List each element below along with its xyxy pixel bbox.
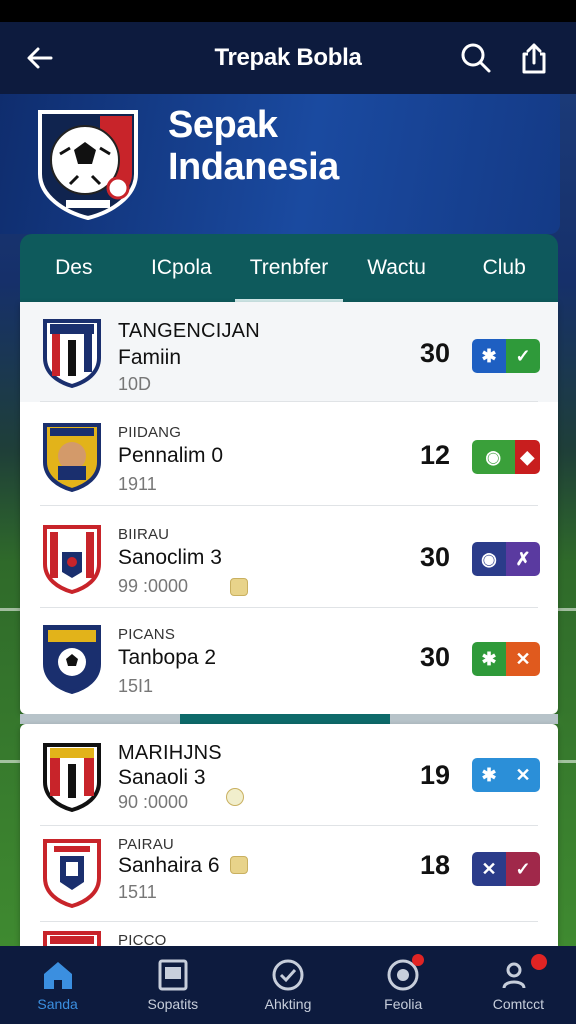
club-name-line-2: Indanesia <box>168 146 339 188</box>
nav-label: Comtcct <box>492 996 545 1012</box>
trophy-icon <box>226 788 244 806</box>
nav-item-comtcct[interactable]: Comtcct <box>461 946 576 1024</box>
badge-right-icon: ✓ <box>506 852 540 886</box>
list-item[interactable]: PIIDANG Pennalim 0 1911 12 ◉ ◆ <box>20 406 558 506</box>
club-logo <box>30 104 146 221</box>
row-label: PIIDANG <box>118 424 182 441</box>
row-meta: 99 :0000 <box>118 576 189 596</box>
list-item[interactable]: MARIHJNS Sanaoli 3 90 :0000 19 ✱ ✕ <box>20 726 558 826</box>
club-crest-icon <box>42 422 102 493</box>
row-meta: 1911 <box>118 474 157 494</box>
row-divider <box>40 505 538 506</box>
tab-club[interactable]: Club <box>450 234 558 302</box>
list-item[interactable]: PICANS Tanbopa 2 15I1 30 ✱ ✕ <box>20 608 558 708</box>
trophy-icon <box>230 578 248 596</box>
row-meta: 90 :0000 <box>118 792 189 812</box>
row-badge[interactable]: ◉ ◆ <box>472 440 540 474</box>
club-crest-icon <box>42 318 102 389</box>
row-label: PICCO <box>118 932 167 946</box>
standings-card-secondary: MARIHJNS Sanaoli 3 90 :0000 19 ✱ ✕ PAIRA… <box>20 724 558 946</box>
list-item[interactable]: BIIRAU Sanoclim 3 99 :0000 30 ◉ ✗ <box>20 508 558 608</box>
row-score: 30 <box>419 542 451 572</box>
nav-item-ahkting[interactable]: Ahkting <box>230 946 345 1024</box>
club-hero-banner: Sepak Indanesia <box>0 94 560 234</box>
home-icon <box>41 958 75 992</box>
badge-left-icon: ✱ <box>472 758 506 792</box>
bottom-navigation: Sanda Sopatits Ahkting Feolia Comtcct <box>0 946 576 1024</box>
tab-trenbfer[interactable]: Trenbfer <box>235 234 343 302</box>
search-icon[interactable] <box>456 38 496 78</box>
badge-right-icon: ◆ <box>514 440 540 474</box>
club-name-line-1: Sepak <box>168 104 278 146</box>
row-meta: 15I1 <box>118 676 154 696</box>
club-crest-icon <box>42 524 102 595</box>
badge-right-icon: ✓ <box>506 339 540 373</box>
app-bar: Trepak Bobla <box>0 22 576 94</box>
standings-card: TANGENCIJAN Famiin 10D 30 ✱ ✓ PIIDANG Pe… <box>20 302 558 714</box>
row-score: 19 <box>419 760 451 790</box>
row-badge[interactable]: ✱ ✕ <box>472 642 540 676</box>
row-badge[interactable]: ✱ ✕ <box>472 758 540 792</box>
list-item[interactable]: TANGENCIJAN Famiin 10D 30 ✱ ✓ <box>20 302 558 402</box>
list-item[interactable]: PAIRAU Sanhaira 6 1511 18 ✕ ✓ <box>20 822 558 922</box>
tab-wactu[interactable]: Wactu <box>343 234 451 302</box>
row-meta: 10D <box>118 374 152 394</box>
nav-label: Ahkting <box>264 996 312 1012</box>
row-score: 12 <box>419 440 451 470</box>
share-icon[interactable] <box>514 38 554 78</box>
club-crest-icon <box>42 624 102 695</box>
status-bar <box>0 0 576 22</box>
badge-right-icon: ✕ <box>506 758 540 792</box>
nav-label: Sanda <box>37 996 78 1012</box>
club-crest-icon <box>42 742 102 813</box>
row-label: MARIHJNS <box>118 742 222 764</box>
club-name: Sepak Indanesia <box>168 104 339 188</box>
row-badge[interactable]: ◉ ✗ <box>472 542 540 576</box>
row-meta: 1511 <box>118 882 157 902</box>
back-arrow-icon[interactable] <box>20 38 60 78</box>
row-club-name: Famiin <box>118 346 182 369</box>
notification-dot <box>411 954 424 966</box>
row-club-name: Pennalim 0 <box>118 444 224 467</box>
row-badge[interactable]: ✱ ✓ <box>472 339 540 373</box>
section-divider <box>20 714 558 724</box>
row-divider <box>40 401 538 402</box>
notification-dot <box>530 954 547 970</box>
nav-label: Sopatits <box>147 996 199 1012</box>
tab-icpola[interactable]: ICpola <box>128 234 236 302</box>
row-label: PICANS <box>118 626 176 643</box>
section-divider-highlight <box>180 714 390 724</box>
club-crest-icon <box>42 930 102 946</box>
list-item[interactable]: PICCO <box>20 920 558 946</box>
app-title: Trepak Bobla <box>214 44 362 71</box>
row-label: PAIRAU <box>118 836 174 853</box>
tab-bar: Des ICpola Trenbfer Wactu Club <box>20 234 558 302</box>
club-crest-icon <box>42 838 102 909</box>
badge-left-icon: ◉ <box>472 440 515 474</box>
badge-left-icon: ◉ <box>472 542 506 576</box>
row-score: 30 <box>419 338 451 368</box>
badge-left-icon: ✱ <box>472 642 506 676</box>
nav-label: Feolia <box>384 996 423 1012</box>
row-club-name: Sanhaira 6 <box>118 854 220 877</box>
row-badge[interactable]: ✕ ✓ <box>472 852 540 886</box>
badge-right-icon: ✗ <box>506 542 540 576</box>
badge-left-icon: ✕ <box>472 852 506 886</box>
tab-des[interactable]: Des <box>20 234 128 302</box>
row-score: 30 <box>419 642 451 672</box>
nav-item-feolia[interactable]: Feolia <box>346 946 461 1024</box>
badge-right-icon: ✕ <box>506 642 540 676</box>
check-circle-icon <box>271 958 305 992</box>
row-label: BIIRAU <box>118 526 170 543</box>
badge-left-icon: ✱ <box>472 339 506 373</box>
nav-item-sopatits[interactable]: Sopatits <box>115 946 230 1024</box>
nav-item-sanda[interactable]: Sanda <box>0 946 115 1024</box>
row-label: TANGENCIJAN <box>118 320 260 342</box>
document-icon <box>156 958 190 992</box>
trophy-icon <box>230 856 248 874</box>
row-club-name: Tanbopa 2 <box>118 646 217 669</box>
row-score: 18 <box>419 850 451 880</box>
row-club-name: Sanoclim 3 <box>118 546 222 569</box>
row-club-name: Sanaoli 3 <box>118 766 206 789</box>
